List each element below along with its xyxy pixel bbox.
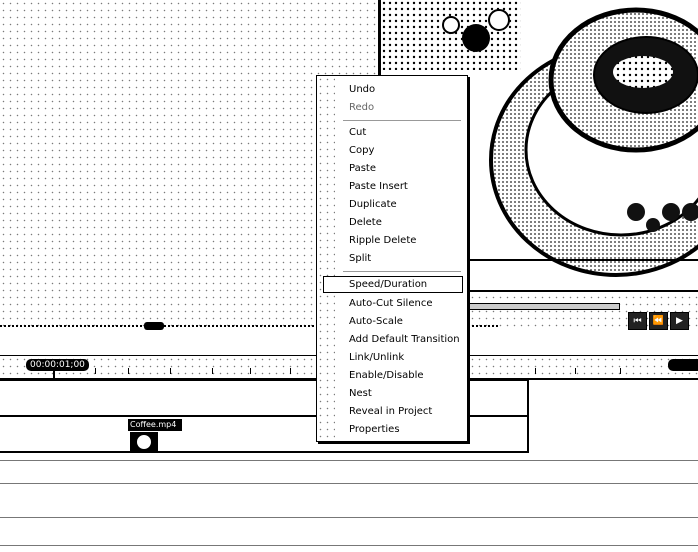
step-back-icon[interactable]: ⏪: [649, 312, 668, 330]
clip-context-menu: Undo Redo Cut Copy Paste Paste Insert Du…: [316, 75, 468, 442]
menu-item-redo[interactable]: Redo: [349, 99, 374, 116]
current-timecode: 00:00:01;00: [26, 359, 89, 371]
track-divider: [0, 460, 698, 461]
menu-item-nest[interactable]: Nest: [349, 385, 372, 402]
ruler-tick: [212, 368, 213, 374]
menu-item-properties[interactable]: Properties: [349, 421, 400, 438]
menu-item-delete[interactable]: Delete: [349, 214, 382, 231]
menu-item-paste-insert[interactable]: Paste Insert: [349, 178, 408, 195]
menu-item-undo[interactable]: Undo: [349, 81, 375, 98]
skip-to-start-icon[interactable]: ⏮: [628, 312, 647, 330]
menu-item-ripple-delete[interactable]: Ripple Delete: [349, 232, 416, 249]
timeline-clip[interactable]: Coffee.mp4: [128, 419, 182, 431]
clip-thumbnail[interactable]: [130, 432, 158, 452]
ruler-tick: [128, 368, 129, 374]
ruler-tick: [170, 368, 171, 374]
menu-item-add-default-transition[interactable]: Add Default Transition: [349, 331, 460, 348]
menu-item-reveal-in-project[interactable]: Reveal in Project: [349, 403, 432, 420]
end-timecode-marker: [668, 359, 698, 371]
menu-item-auto-cut-silence[interactable]: Auto-Cut Silence: [349, 295, 432, 312]
track-divider: [0, 483, 698, 484]
menu-separator: [343, 120, 461, 121]
menu-item-link-unlink[interactable]: Link/Unlink: [349, 349, 404, 366]
scrub-handle[interactable]: [144, 322, 164, 330]
ruler-tick: [250, 368, 251, 374]
transport-controls: ⏮ ⏪ ▶: [628, 312, 689, 330]
menu-item-enable-disable[interactable]: Enable/Disable: [349, 367, 424, 384]
menu-separator: [343, 271, 461, 272]
track-divider: [0, 517, 698, 518]
menu-item-duplicate[interactable]: Duplicate: [349, 196, 397, 213]
menu-item-split[interactable]: Split: [349, 250, 371, 267]
track-divider: [0, 545, 698, 546]
menu-item-speed-duration[interactable]: Speed/Duration: [349, 276, 427, 293]
ruler-tick: [95, 368, 96, 374]
coffee-thumbnail-icon: [136, 434, 152, 450]
menu-icon-strip: [317, 76, 335, 441]
menu-item-cut[interactable]: Cut: [349, 124, 366, 141]
ruler-tick: [535, 368, 536, 374]
play-icon[interactable]: ▶: [670, 312, 689, 330]
preview-progress-bar: [468, 303, 620, 310]
ruler-tick: [575, 368, 576, 374]
ruler-tick: [620, 368, 621, 374]
menu-item-auto-scale[interactable]: Auto-Scale: [349, 313, 403, 330]
menu-item-copy[interactable]: Copy: [349, 142, 374, 159]
menu-item-paste[interactable]: Paste: [349, 160, 376, 177]
ruler-tick: [290, 368, 291, 374]
